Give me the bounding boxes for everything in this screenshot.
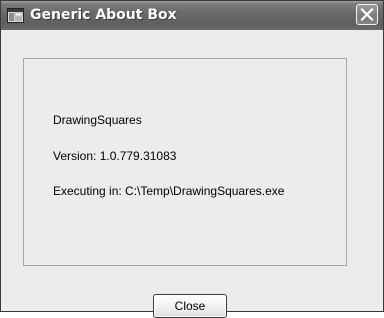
dialog-body: DrawingSquares Version: 1.0.779.31083 Ex… <box>4 30 380 318</box>
version-label: Version: 1.0.779.31083 <box>53 149 177 163</box>
window-close-button[interactable] <box>356 4 378 25</box>
about-info-panel: DrawingSquares Version: 1.0.779.31083 Ex… <box>23 58 347 266</box>
application-window-icon <box>7 8 24 23</box>
executing-path-label: Executing in: C:\Temp\DrawingSquares.exe <box>53 184 285 198</box>
about-dialog-window: Generic About Box DrawingSquares Version… <box>0 0 384 318</box>
close-icon <box>360 8 374 21</box>
title-bar[interactable]: Generic About Box <box>1 1 383 30</box>
close-button[interactable]: Close <box>153 294 227 318</box>
product-name-label: DrawingSquares <box>53 113 142 127</box>
window-title: Generic About Box <box>30 7 177 23</box>
